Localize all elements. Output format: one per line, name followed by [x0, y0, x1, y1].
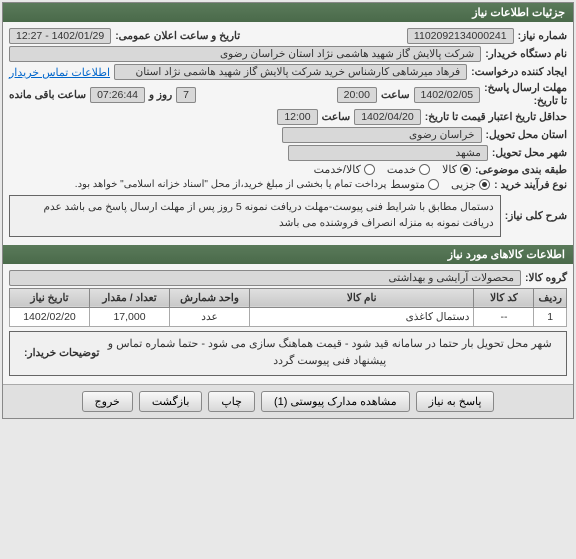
- remaining-label: ساعت باقی مانده: [9, 89, 86, 101]
- public-date-label: تاریخ و ساعت اعلان عمومی:: [115, 30, 240, 42]
- category-radios: کالا خدمت کالا/خدمت: [314, 163, 471, 176]
- radio-medium[interactable]: متوسط: [390, 178, 439, 191]
- exit-button[interactable]: خروج: [82, 391, 133, 412]
- cell-unit: عدد: [170, 307, 250, 326]
- buyer-org-value: شرکت پالایش گاز شهید هاشمی نژاد استان خر…: [9, 46, 481, 62]
- need-number-label: شماره نیاز:: [518, 30, 567, 42]
- table-header-row: ردیف کد کالا نام کالا واحد شمارش تعداد /…: [10, 288, 567, 307]
- goods-group-value: محصولات آرایشی و بهداشتی: [9, 270, 521, 286]
- row-category: طبقه بندی موضوعی: کالا خدمت کالا/خدمت: [9, 163, 567, 176]
- days-remaining: 7: [176, 87, 196, 103]
- price-validity-date: 1402/04/20: [354, 109, 421, 125]
- deadline-time: 20:00: [337, 87, 377, 103]
- radio-both-label: کالا/خدمت: [314, 163, 361, 176]
- province-value: خراسان رضوی: [282, 127, 482, 143]
- cell-name: دستمال کاغذی: [250, 307, 474, 326]
- buyer-notes-box: شهر محل تحویل بار حتما در سامانه قید شود…: [9, 331, 567, 376]
- table-row[interactable]: 1 -- دستمال کاغذی عدد 17,000 1402/02/20: [10, 307, 567, 326]
- goods-table: ردیف کد کالا نام کالا واحد شمارش تعداد /…: [9, 288, 567, 327]
- row-goods-group: گروه کالا: محصولات آرایشی و بهداشتی: [9, 270, 567, 286]
- buytype-radios: جزیی متوسط: [390, 178, 490, 191]
- cell-date: 1402/02/20: [10, 307, 90, 326]
- row-price-validity: حداقل تاریخ اعتبار قیمت تا تاریخ: 1402/0…: [9, 109, 567, 125]
- radio-goods-icon: [460, 164, 471, 175]
- need-number-value: 1102092134000241: [407, 28, 514, 44]
- row-requester: ایجاد کننده درخواست: فرهاد میرشاهی کارشن…: [9, 64, 567, 80]
- city-value: مشهد: [288, 145, 488, 161]
- category-label: طبقه بندی موضوعی:: [475, 164, 567, 176]
- radio-medium-icon: [428, 179, 439, 190]
- panel-title: جزئیات اطلاعات نیاز: [3, 3, 573, 22]
- goods-body: گروه کالا: محصولات آرایشی و بهداشتی ردیف…: [3, 264, 573, 384]
- radio-medium-label: متوسط: [390, 178, 425, 191]
- row-deadline: مهلت ارسال پاسخ: تا تاریخ: 1402/02/05 سا…: [9, 82, 567, 107]
- radio-partial-label: جزیی: [451, 178, 476, 191]
- goods-group-label: گروه کالا:: [525, 272, 567, 284]
- goods-header: اطلاعات کالاهای مورد نیاز: [3, 245, 573, 264]
- cell-code: --: [474, 307, 534, 326]
- row-buyer-org: نام دستگاه خریدار: شرکت پالایش گاز شهید …: [9, 46, 567, 62]
- respond-button[interactable]: پاسخ به نیاز: [416, 391, 495, 412]
- radio-both[interactable]: کالا/خدمت: [314, 163, 375, 176]
- row-province: استان محل تحویل: خراسان رضوی: [9, 127, 567, 143]
- hour-label-1: ساعت: [381, 89, 410, 101]
- contact-link[interactable]: اطلاعات تماس خریدار: [9, 66, 110, 79]
- radio-service-label: خدمت: [387, 163, 416, 176]
- countdown-value: 07:26:44: [90, 87, 145, 103]
- price-validity-time: 12:00: [277, 109, 317, 125]
- radio-service-icon: [419, 164, 430, 175]
- public-date-value: 1402/01/29 - 12:27: [9, 28, 111, 44]
- deadline-date: 1402/02/05: [414, 87, 481, 103]
- price-validity-label: حداقل تاریخ اعتبار قیمت تا تاریخ:: [425, 111, 567, 124]
- deadline-label: مهلت ارسال پاسخ: تا تاریخ:: [484, 82, 567, 107]
- col-row: ردیف: [534, 288, 567, 307]
- buyer-notes-label: توضیحات خریدار:: [16, 336, 99, 371]
- city-label: شهر محل تحویل:: [492, 147, 567, 159]
- days-label: روز و: [149, 89, 172, 101]
- requester-label: ایجاد کننده درخواست:: [471, 66, 567, 78]
- hour-label-2: ساعت: [322, 111, 351, 123]
- radio-both-icon: [364, 164, 375, 175]
- radio-partial[interactable]: جزیی: [451, 178, 490, 191]
- attachments-button[interactable]: مشاهده مدارک پیوستی (1): [261, 391, 410, 412]
- buytype-label: نوع فرآیند خرید :: [494, 179, 567, 191]
- details-body: شماره نیاز: 1102092134000241 تاریخ و ساع…: [3, 22, 573, 245]
- cell-row: 1: [534, 307, 567, 326]
- col-code: کد کالا: [474, 288, 534, 307]
- buytype-note: پرداخت تمام یا بخشی از مبلغ خرید،از محل …: [75, 179, 387, 190]
- buyer-org-label: نام دستگاه خریدار:: [485, 48, 567, 60]
- col-unit: واحد شمارش: [170, 288, 250, 307]
- back-button[interactable]: بازگشت: [139, 391, 203, 412]
- row-need-number: شماره نیاز: 1102092134000241 تاریخ و ساع…: [9, 28, 567, 44]
- col-qty: تعداد / مقدار: [90, 288, 170, 307]
- row-buytype: نوع فرآیند خرید : جزیی متوسط پرداخت تمام…: [9, 178, 567, 191]
- row-city: شهر محل تحویل: مشهد: [9, 145, 567, 161]
- button-bar: پاسخ به نیاز مشاهده مدارک پیوستی (1) چاپ…: [3, 384, 573, 418]
- row-need-desc: شرح کلی نیاز: دستمال مطابق با شرایط فنی …: [9, 193, 567, 239]
- requester-value: فرهاد میرشاهی کارشناس خرید شرکت پالایش گ…: [114, 64, 467, 80]
- radio-goods-label: کالا: [442, 163, 457, 176]
- buyer-notes-text: شهر محل تحویل بار حتما در سامانه قید شود…: [99, 336, 560, 371]
- need-desc-text: دستمال مطابق با شرایط فنی پیوست-مهلت دری…: [9, 195, 501, 237]
- col-date: تاریخ نیاز: [10, 288, 90, 307]
- province-label: استان محل تحویل:: [486, 129, 567, 141]
- cell-qty: 17,000: [90, 307, 170, 326]
- print-button[interactable]: چاپ: [208, 391, 255, 412]
- col-name: نام کالا: [250, 288, 474, 307]
- radio-goods[interactable]: کالا: [442, 163, 471, 176]
- need-desc-label: شرح کلی نیاز:: [505, 210, 567, 222]
- radio-service[interactable]: خدمت: [387, 163, 430, 176]
- main-panel: جزئیات اطلاعات نیاز شماره نیاز: 11020921…: [2, 2, 574, 419]
- radio-partial-icon: [479, 179, 490, 190]
